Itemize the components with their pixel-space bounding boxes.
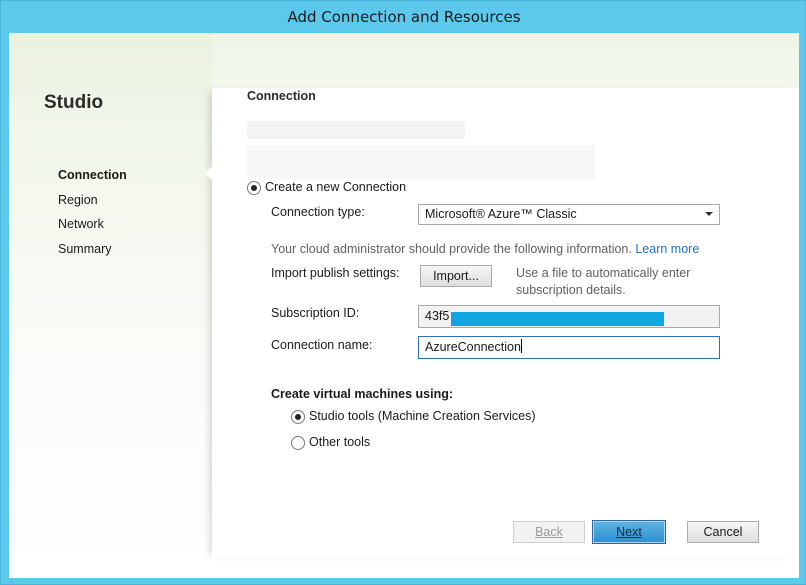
text-caret <box>520 339 522 353</box>
dialog-window: Add Connection and Resources Studio Conn… <box>0 0 806 585</box>
subscription-id-value: 43f5 <box>425 309 450 323</box>
app-title: Studio <box>44 92 104 113</box>
import-button[interactable]: Import... <box>420 265 492 287</box>
import-settings-label: Import publish settings: <box>271 266 400 280</box>
dialog-client-area: Studio Connection Region Network Summary… <box>9 33 799 578</box>
subscription-id-label: Subscription ID: <box>271 306 360 320</box>
next-button-label: Next <box>616 525 642 539</box>
next-button[interactable]: Next <box>592 520 666 544</box>
faded-description-block <box>247 145 595 179</box>
faded-description <box>247 121 465 139</box>
page-title: Connection <box>247 89 316 103</box>
connection-type-value: Microsoft® Azure™ Classic <box>425 207 577 221</box>
back-button-label: Back <box>535 525 563 539</box>
connection-name-value: AzureConnection <box>425 340 521 354</box>
create-new-connection-radio[interactable] <box>247 181 261 195</box>
connection-name-field[interactable]: AzureConnection <box>418 336 720 359</box>
cancel-button[interactable]: Cancel <box>687 521 759 543</box>
wizard-sidebar: Studio Connection Region Network Summary <box>9 33 212 578</box>
create-vms-heading: Create virtual machines using: <box>271 387 454 401</box>
import-hint-line1: Use a file to automatically enter <box>516 266 691 280</box>
info-text-row: Your cloud administrator should provide … <box>271 242 699 256</box>
studio-tools-radio[interactable] <box>291 410 305 424</box>
other-tools-label[interactable]: Other tools <box>309 435 370 449</box>
learn-more-link[interactable]: Learn more <box>635 242 699 256</box>
sidebar-item-summary[interactable]: Summary <box>58 242 111 256</box>
import-hint-line2: subscription details. <box>516 283 626 297</box>
sidebar-item-connection[interactable]: Connection <box>58 168 127 182</box>
create-new-connection-label[interactable]: Create a new Connection <box>265 180 406 194</box>
active-step-pointer <box>205 165 213 181</box>
connection-name-label: Connection name: <box>271 338 373 352</box>
sidebar-item-region[interactable]: Region <box>58 193 98 207</box>
back-button[interactable]: Back <box>513 521 585 543</box>
chevron-down-icon <box>705 212 713 216</box>
redaction-bar <box>451 312 664 326</box>
window-title: Add Connection and Resources <box>287 8 521 26</box>
other-tools-radio[interactable] <box>291 436 305 450</box>
studio-tools-label[interactable]: Studio tools (Machine Creation Services) <box>309 409 536 423</box>
info-text: Your cloud administrator should provide … <box>271 242 632 256</box>
connection-type-label: Connection type: <box>271 205 365 219</box>
connection-type-select[interactable]: Microsoft® Azure™ Classic <box>418 204 720 225</box>
sidebar-item-network[interactable]: Network <box>58 217 104 231</box>
